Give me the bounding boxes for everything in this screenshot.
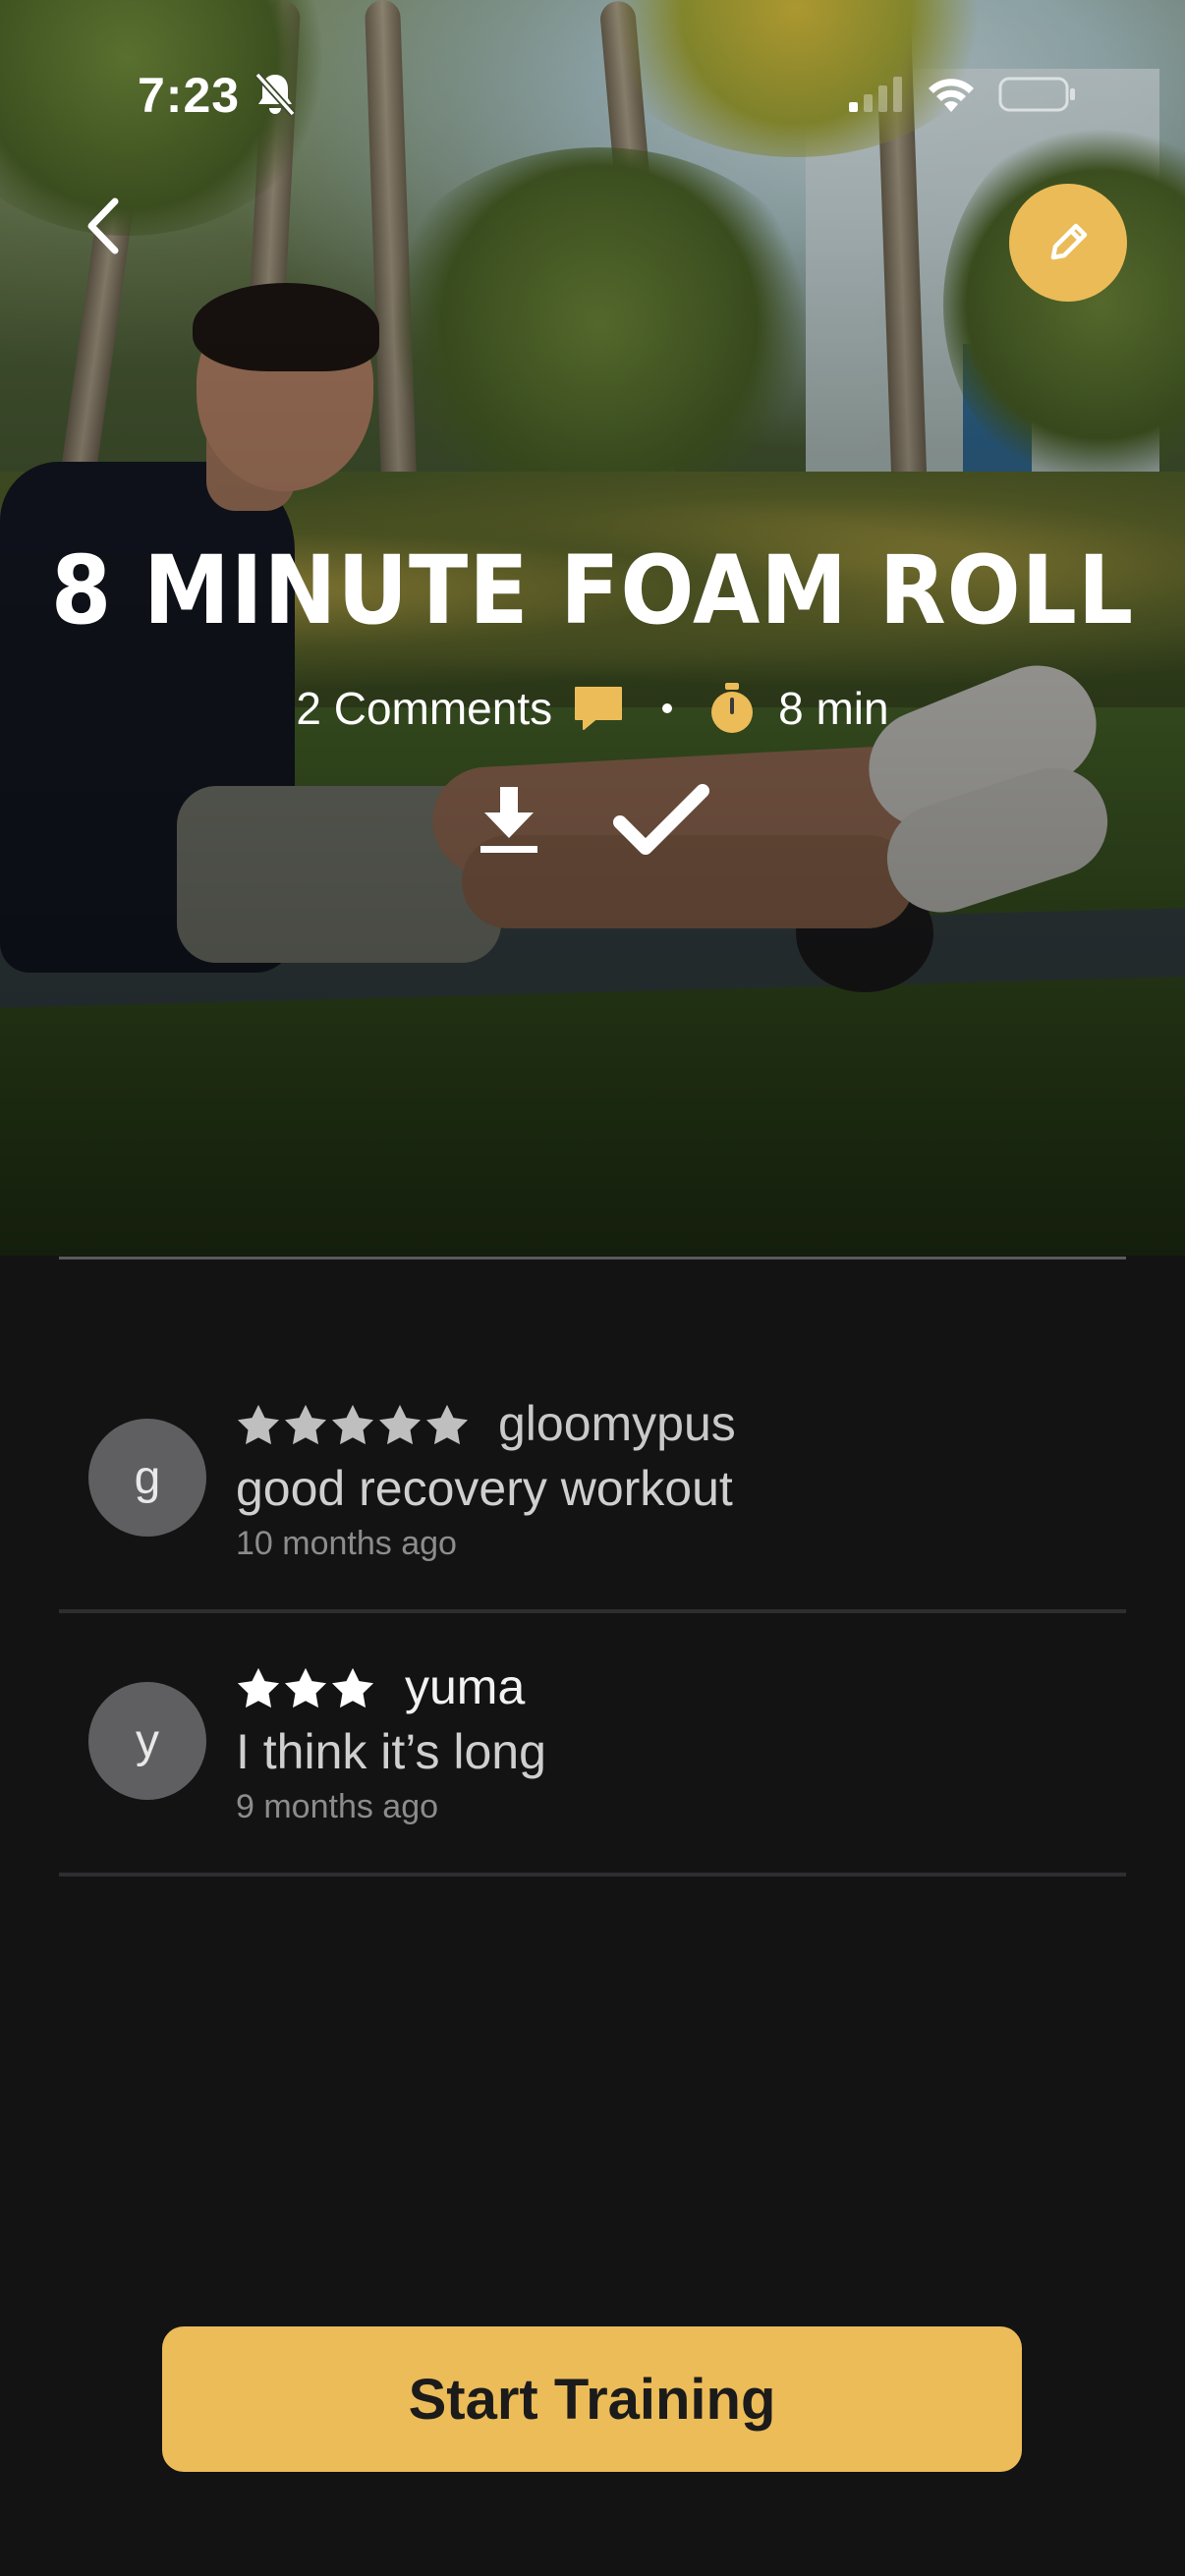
status-time: 7:23: [138, 68, 241, 123]
star-rating: [236, 1666, 377, 1709]
star-icon: [284, 1667, 327, 1708]
comment-username: yuma: [405, 1659, 526, 1714]
comment-text: I think it’s long: [236, 1724, 546, 1779]
star-icon: [284, 1404, 327, 1445]
bell-slash-icon: [254, 72, 296, 117]
stopwatch-icon: [711, 683, 754, 733]
workout-duration: 8 min: [778, 683, 889, 734]
comment-icon[interactable]: [572, 684, 625, 733]
download-icon: [480, 787, 537, 853]
workout-actions: [0, 776, 1185, 865]
signal-icon: [849, 77, 902, 112]
star-icon: [331, 1667, 374, 1708]
comment-username: gloomypus: [498, 1396, 736, 1451]
comment-item: g gloomypus good recovery workout 10 mon…: [59, 1358, 1126, 1613]
comment-timestamp: 10 months ago: [236, 1525, 457, 1562]
comment-text: good recovery workout: [236, 1461, 733, 1516]
star-rating: [236, 1403, 472, 1446]
star-icon: [378, 1404, 422, 1445]
start-training-button[interactable]: Start Training: [162, 2326, 1022, 2472]
checkmark-icon: [613, 784, 709, 855]
wifi-icon: [929, 79, 974, 112]
avatar[interactable]: g: [88, 1419, 206, 1537]
chevron-left-icon: [87, 197, 119, 254]
workout-title: 8 MINUTE FOAM ROLL: [50, 535, 1135, 645]
star-icon: [237, 1667, 280, 1708]
star-icon: [331, 1404, 374, 1445]
mark-complete-button[interactable]: [607, 776, 715, 865]
comment-divider: [59, 1609, 1126, 1613]
separator-dot: [662, 703, 673, 713]
comment-item: y yuma I think it’s long 9 months ago: [59, 1619, 1126, 1876]
section-divider: [59, 1257, 1126, 1260]
download-button[interactable]: [470, 776, 548, 865]
comment-divider: [59, 1873, 1126, 1876]
star-icon: [425, 1404, 469, 1445]
workout-meta: 2 Comments 8 min: [0, 682, 1185, 735]
star-icon: [237, 1404, 280, 1445]
comments-count[interactable]: 2 Comments: [296, 682, 552, 735]
edit-button[interactable]: [1009, 184, 1127, 302]
workout-detail-screen: 7:23 8 MINUTE FOAM ROLL 2 Comments 8 min…: [0, 0, 1185, 2576]
battery-icon: [998, 77, 1075, 112]
back-button[interactable]: [69, 187, 138, 265]
avatar[interactable]: y: [88, 1682, 206, 1800]
comment-timestamp: 9 months ago: [236, 1788, 439, 1825]
pencil-icon: [1050, 223, 1088, 260]
